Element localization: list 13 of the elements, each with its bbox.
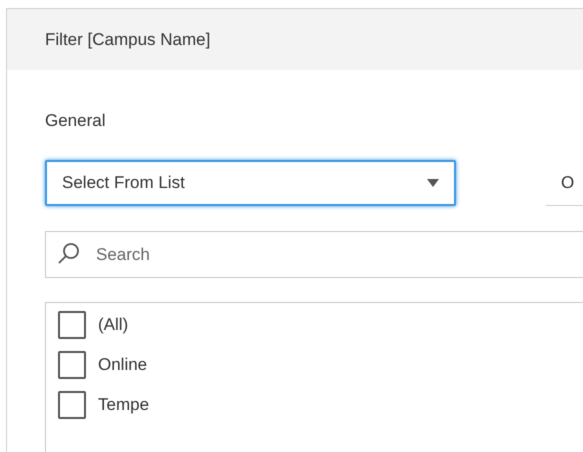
dialog-title: Filter [Campus Name] xyxy=(45,28,210,51)
checkbox[interactable] xyxy=(58,391,86,419)
value-label[interactable]: (All) xyxy=(98,312,128,338)
checkbox[interactable] xyxy=(58,351,86,379)
section-label: General xyxy=(45,110,106,132)
caret-icon xyxy=(426,179,439,187)
side-field[interactable]: O xyxy=(546,160,583,206)
value-label[interactable]: Tempe xyxy=(98,392,150,418)
mode-dropdown[interactable]: Select From List xyxy=(45,160,456,206)
search-field[interactable]: Search xyxy=(45,231,583,278)
checkbox[interactable] xyxy=(58,311,86,339)
value-label[interactable]: Online xyxy=(98,352,148,378)
search-icon xyxy=(57,242,81,266)
